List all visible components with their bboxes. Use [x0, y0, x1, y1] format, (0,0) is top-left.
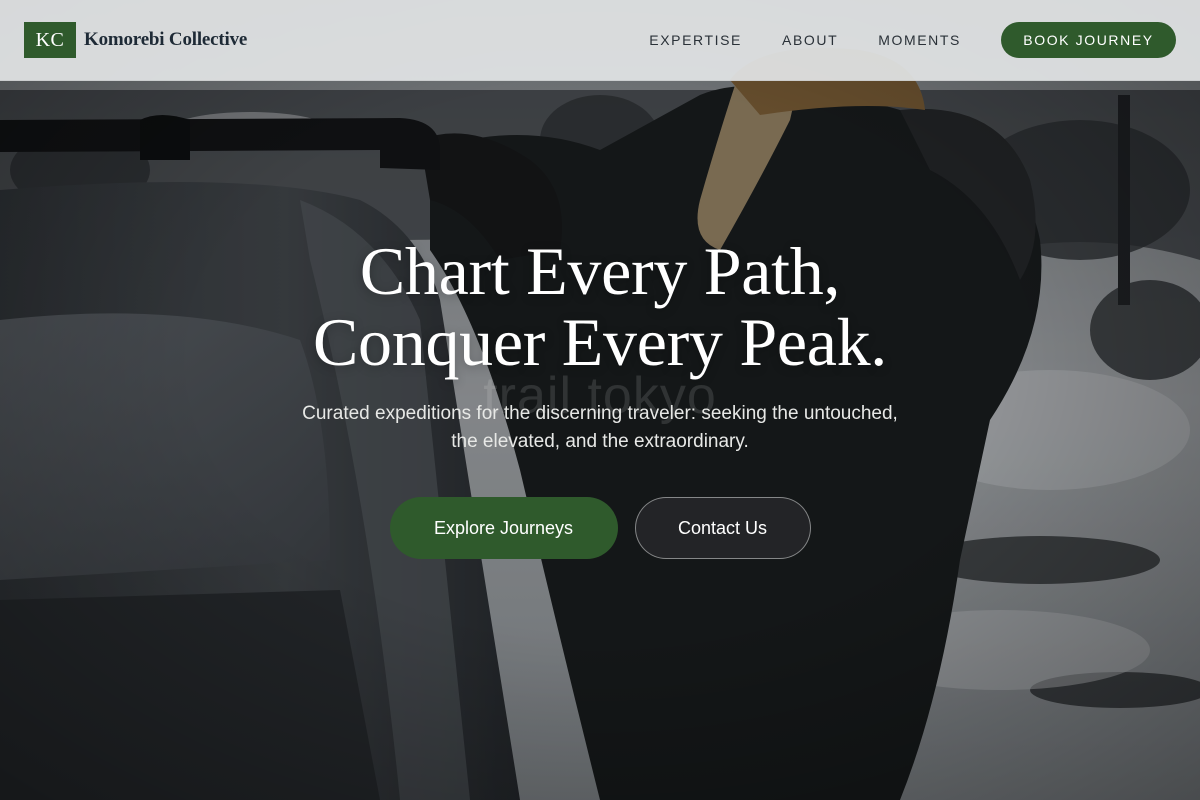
hero-subtitle-line-2: the elevated, and the extraordinary.	[451, 431, 749, 452]
hero-title-line-2: Conquer Every Peak.	[312, 304, 888, 380]
hero-subtitle-line-1: Curated expeditions for the discerning t…	[302, 403, 898, 424]
nav-link-about[interactable]: ABOUT	[782, 32, 838, 48]
brand-logo[interactable]: KC Komorebi Collective	[24, 22, 247, 58]
contact-us-button[interactable]: Contact Us	[634, 497, 811, 559]
hero-actions: Explore Journeys Contact Us	[0, 497, 1200, 559]
hero-subtitle: Curated expeditions for the discerning t…	[250, 400, 950, 456]
site-header: KC Komorebi Collective EXPERTISE ABOUT M…	[0, 0, 1200, 81]
nav-link-expertise[interactable]: EXPERTISE	[649, 32, 742, 48]
nav-link-moments[interactable]: MOMENTS	[878, 32, 961, 48]
brand-monogram: KC	[24, 22, 76, 58]
hero-section: Chart Every Path, Conquer Every Peak. Cu…	[0, 236, 1200, 559]
brand-name: Komorebi Collective	[84, 29, 248, 50]
hero-title: Chart Every Path, Conquer Every Peak.	[0, 236, 1200, 378]
main-nav: EXPERTISE ABOUT MOMENTS BOOK JOURNEY	[609, 22, 1176, 58]
hero-title-line-1: Chart Every Path,	[359, 233, 841, 309]
explore-journeys-button[interactable]: Explore Journeys	[389, 497, 618, 559]
book-journey-button[interactable]: BOOK JOURNEY	[1001, 22, 1176, 58]
